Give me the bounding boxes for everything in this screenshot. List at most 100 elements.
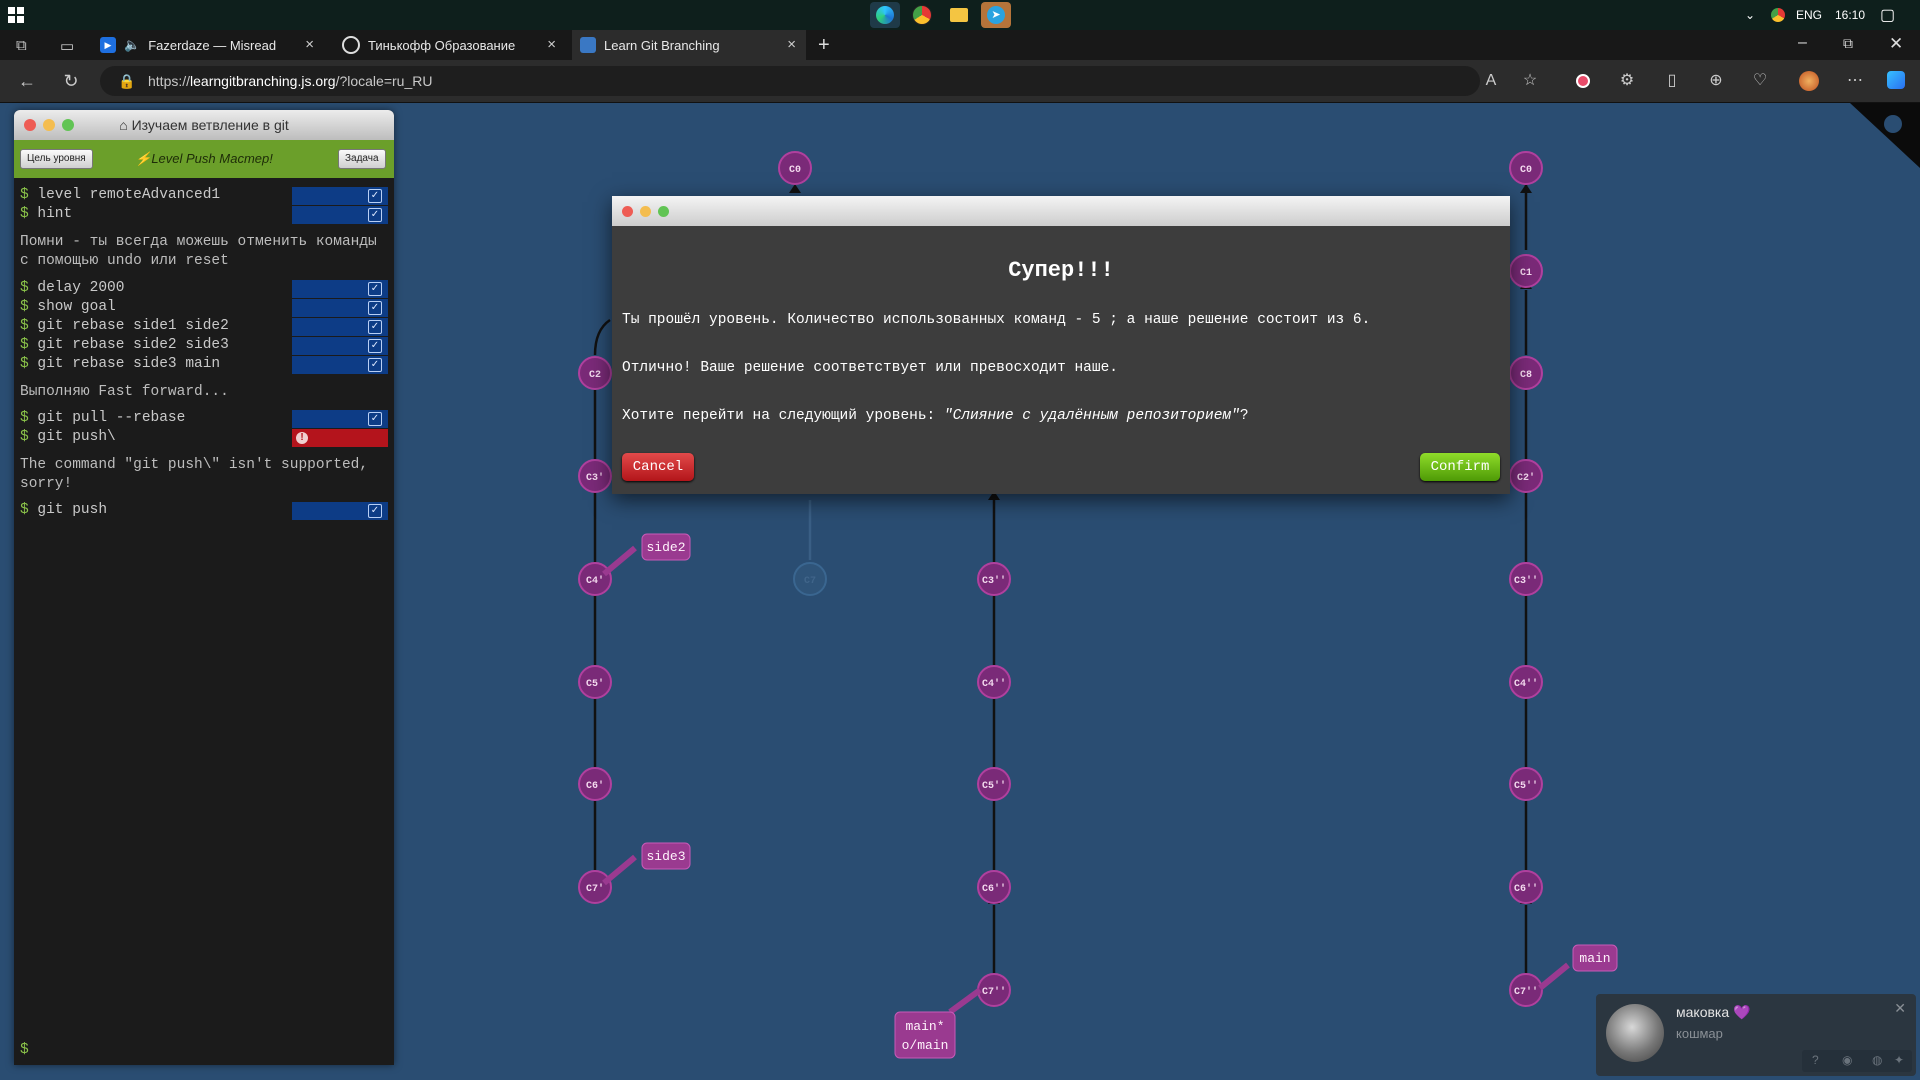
dialog-result-text: Ты прошёл уровень. Количество использова… [622, 312, 1371, 328]
notification-message: кошмар [1676, 1026, 1723, 1041]
branch-main-origin[interactable]: main* o/main [894, 987, 982, 1059]
branch-label: main* [905, 1019, 944, 1034]
error-icon: ! [296, 432, 308, 444]
commit-node[interactable]: C1 [1509, 254, 1543, 288]
octocat-icon [1884, 115, 1902, 133]
github-icon[interactable]: ◍ [1872, 1053, 1882, 1067]
home-icon: ⌂ [119, 117, 132, 133]
command-terminal: ⌂ Изучаем ветвление в git Цель уровня ⚡L… [14, 110, 394, 1065]
commit-node[interactable]: C5' [578, 665, 612, 699]
commit-node[interactable]: C5'' [977, 767, 1011, 801]
github-corner-icon[interactable] [1850, 103, 1920, 168]
commit-node[interactable]: C7' [578, 870, 612, 904]
close-icon[interactable]: ✕ [1894, 1000, 1906, 1017]
commit-node[interactable]: C7'' [1509, 973, 1543, 1007]
level-toolbar: Цель уровня ⚡Level Push Мастер! Задача [14, 140, 394, 178]
command-text: delay 2000 [37, 280, 125, 296]
command-input[interactable]: $ [20, 1042, 29, 1058]
branch-side2[interactable]: side2 [602, 533, 691, 577]
level-name: ⚡Level Push Мастер! [14, 151, 394, 167]
terminal-command: $ show goal [20, 299, 116, 315]
node-label: C7'' [982, 986, 1006, 998]
branch-label: o/main [902, 1038, 949, 1053]
commit-node[interactable]: C6' [578, 767, 612, 801]
globe-icon[interactable]: ◉ [1842, 1053, 1852, 1067]
node-label: C2 [589, 370, 601, 381]
command-text: level remoteAdvanced1 [37, 187, 221, 203]
branch-side3[interactable]: side3 [602, 842, 691, 886]
commit-node[interactable]: C2' [1509, 459, 1543, 493]
node-label: C0 [789, 165, 801, 176]
close-dot-icon[interactable] [622, 206, 633, 217]
prompt: $ [20, 187, 29, 203]
node-label: C6'' [1514, 883, 1538, 895]
commit-node[interactable]: C6'' [1509, 870, 1543, 904]
command-status-bar: ✓ [292, 356, 388, 374]
node-label: C7'' [1514, 986, 1538, 998]
command-text: git push\ [37, 429, 116, 445]
cancel-button[interactable]: Cancel [622, 453, 694, 481]
checkbox-icon: ✓ [368, 339, 382, 353]
commit-node[interactable]: C5'' [1509, 767, 1543, 801]
branch-main-goal[interactable]: main [1538, 944, 1618, 991]
node-label: C3' [586, 472, 604, 484]
dialog-next-level-text: Хотите перейти на следующий уровень: "Сл… [622, 408, 1249, 424]
terminal-title-text: Изучаем ветвление в git [131, 117, 289, 133]
commit-node[interactable]: C3'' [1509, 562, 1543, 596]
command-text: hint [37, 206, 73, 222]
commit-node[interactable]: C8 [1509, 356, 1543, 390]
terminal-titlebar: ⌂ Изучаем ветвление в git [14, 110, 394, 140]
node-label: C6'' [982, 883, 1006, 895]
level-name-text: Level Push Мастер! [151, 151, 273, 166]
node-label: C5'' [982, 780, 1006, 792]
node-label: C4'' [982, 678, 1006, 690]
level-complete-dialog: Супер!!! Ты прошёл уровень. Количество и… [612, 196, 1510, 494]
commit-node[interactable]: C4'' [1509, 665, 1543, 699]
prompt: $ [20, 206, 29, 222]
command-text: git rebase side2 side3 [37, 337, 229, 353]
prompt: $ [20, 429, 29, 445]
commit-node[interactable]: C4' [578, 562, 612, 596]
node-label: C1 [1520, 268, 1532, 279]
terminal-command: $ git pull --rebase [20, 410, 185, 426]
node-label: C3'' [982, 575, 1006, 587]
help-icon[interactable]: ? [1812, 1053, 1819, 1067]
command-status-bar: ✓ [292, 410, 388, 428]
node-label: C4' [586, 575, 604, 587]
commit-node[interactable]: C6'' [977, 870, 1011, 904]
command-status-bar: ✓ [292, 206, 388, 224]
commit-node[interactable]: C0 [1509, 151, 1543, 185]
node-label: C3'' [1514, 575, 1538, 587]
command-status-bar: ✓ [292, 318, 388, 336]
command-status-bar: ✓ [292, 502, 388, 520]
prompt: $ [20, 410, 29, 426]
commit-node[interactable]: C3' [578, 459, 612, 493]
terminal-message: Помни - ты всегда можешь отменить команд… [20, 234, 377, 269]
commit-node[interactable]: C3'' [977, 562, 1011, 596]
prompt: $ [20, 502, 29, 518]
message-notification[interactable]: маковка 💜 кошмар ✕ ? ◉ ◍ ✦ [1596, 994, 1916, 1076]
prompt: $ [20, 356, 29, 372]
command-text: git pull --rebase [37, 410, 186, 426]
checkbox-icon: ✓ [368, 320, 382, 334]
commit-node[interactable]: C7'' [977, 973, 1011, 1007]
maximize-dot-icon[interactable] [658, 206, 669, 217]
checkbox-icon: ✓ [368, 358, 382, 372]
command-error-bar: ! [292, 429, 388, 447]
node-label: C5' [586, 678, 604, 690]
terminal-command: $ git rebase side2 side3 [20, 337, 229, 353]
node-label: C7' [586, 883, 604, 895]
branch-label: main [1579, 951, 1610, 966]
confirm-button[interactable]: Confirm [1420, 453, 1500, 481]
twitter-icon[interactable]: ✦ [1894, 1053, 1904, 1067]
commit-node[interactable]: C0 [778, 151, 812, 185]
checkbox-icon: ✓ [368, 504, 382, 518]
commit-node[interactable]: C2 [578, 356, 612, 390]
commit-node[interactable]: C4'' [977, 665, 1011, 699]
minimize-dot-icon[interactable] [640, 206, 651, 217]
terminal-command: $ git rebase side1 side2 [20, 318, 229, 334]
command-text: git rebase side1 side2 [37, 318, 229, 334]
next-level-prefix: Хотите перейти на следующий уровень: [622, 408, 944, 424]
level-task-button[interactable]: Задача [338, 149, 386, 169]
terminal-message: Выполняю Fast forward... [20, 384, 229, 400]
